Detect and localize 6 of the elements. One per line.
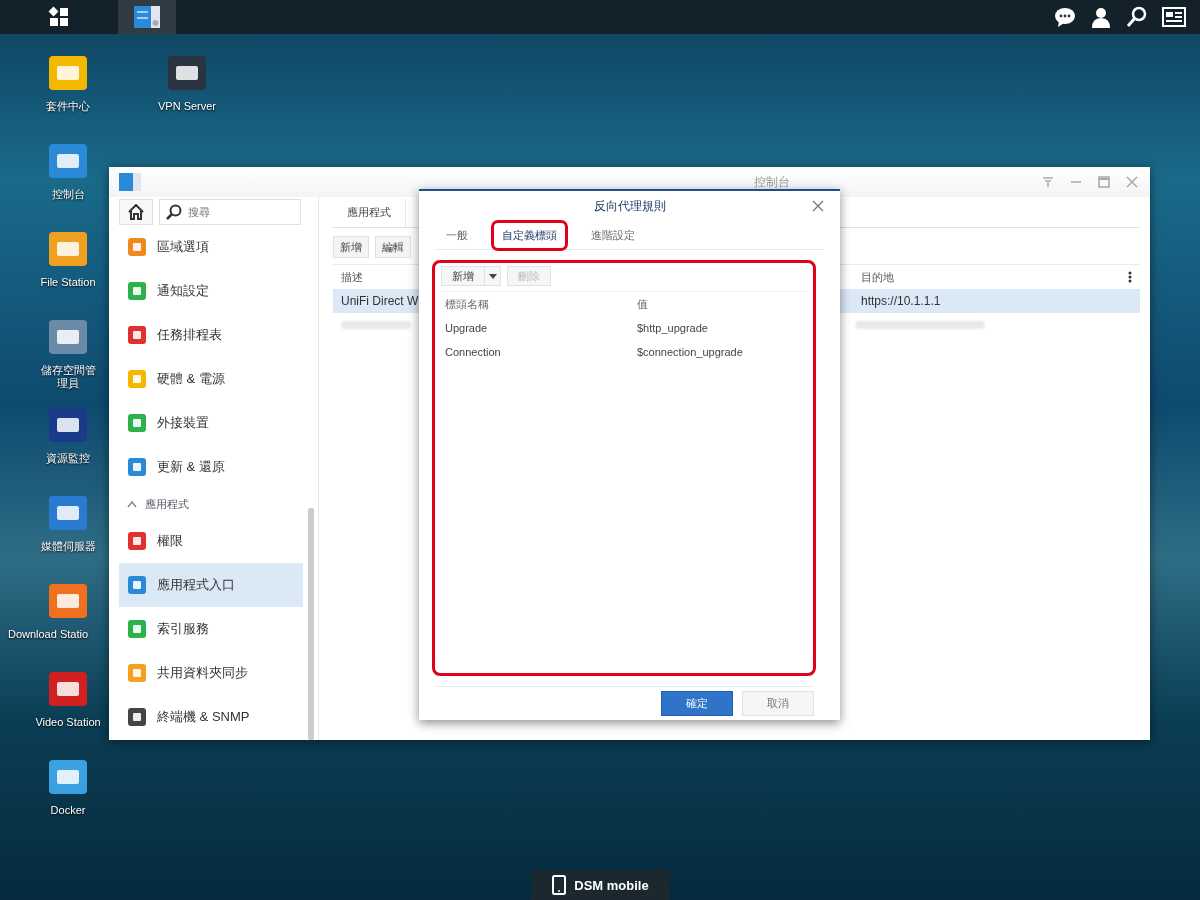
window-title: 控制台 <box>753 173 790 191</box>
table-cell: $http_upgrade <box>637 322 708 334</box>
table-cell: $connection_upgrade <box>637 346 743 358</box>
dialog-title: 反向代理規則 <box>593 197 666 215</box>
table-cell-text: Connection <box>444 346 502 358</box>
table-cell-text: Upgrade <box>444 322 489 334</box>
